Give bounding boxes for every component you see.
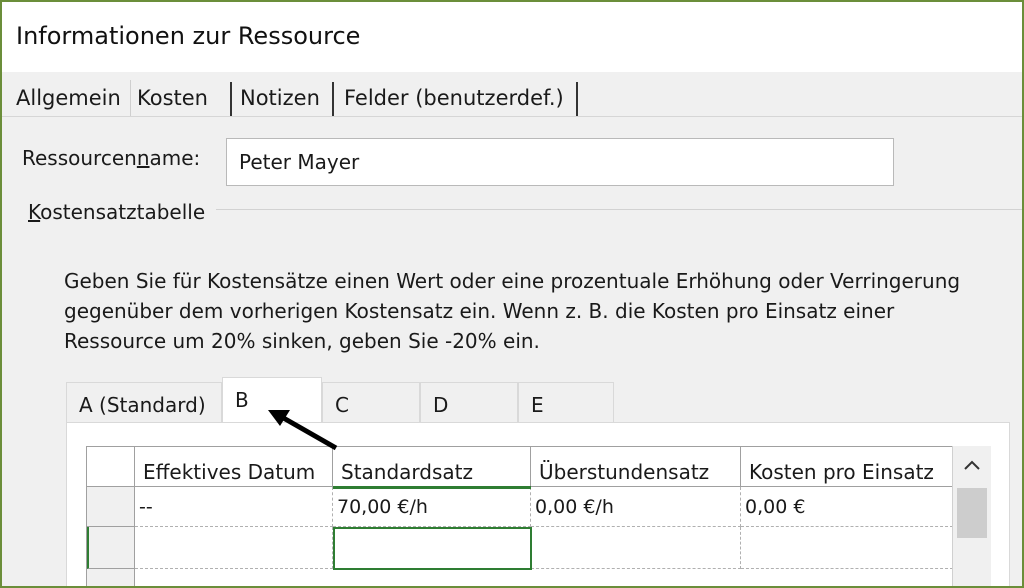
tab-separator bbox=[576, 82, 578, 116]
column-header-cost-per-use[interactable]: Kosten pro Einsatz bbox=[741, 447, 953, 487]
rate-tab-label: D bbox=[433, 393, 449, 417]
table-cell-effective-date[interactable] bbox=[135, 527, 333, 569]
column-header-overtime-rate[interactable]: Überstundensatz bbox=[531, 447, 741, 487]
tab-kosten[interactable]: Kosten bbox=[130, 80, 232, 116]
tab-label: Allgemein bbox=[16, 86, 121, 110]
column-header-underline bbox=[333, 447, 531, 489]
tab-label: Felder (benutzerdef.) bbox=[344, 86, 564, 110]
table-cell-overtime-rate[interactable]: 0,00 €/h bbox=[531, 487, 741, 527]
group-divider bbox=[216, 209, 1022, 210]
row-header[interactable] bbox=[87, 487, 135, 527]
resource-name-label: Ressourcenname: bbox=[22, 146, 201, 170]
cost-rate-grid: Effektives Datum Standardsatz Überstunde… bbox=[86, 446, 991, 586]
cost-table-group-label: Kostensatztabelle bbox=[28, 200, 206, 224]
row-header-active[interactable] bbox=[87, 527, 135, 569]
arrow-annotation-icon bbox=[268, 410, 338, 451]
table-cell-cost-per-use[interactable] bbox=[741, 527, 953, 569]
tab-notizen[interactable]: Notizen bbox=[234, 80, 334, 116]
rate-tab-d[interactable]: D bbox=[420, 382, 518, 422]
rate-tab-a[interactable]: A (Standard) bbox=[66, 382, 222, 422]
selected-cell-outline bbox=[333, 527, 532, 570]
row-header[interactable] bbox=[87, 569, 135, 586]
tab-felder[interactable]: Felder (benutzerdef.) bbox=[338, 80, 578, 116]
title-bar: Informationen zur Ressource bbox=[2, 2, 1022, 72]
chevron-up-icon[interactable] bbox=[953, 446, 991, 486]
table-cell-overtime-rate[interactable] bbox=[531, 527, 741, 569]
tab-label: Notizen bbox=[240, 86, 320, 110]
tab-allgemein[interactable]: Allgemein bbox=[10, 80, 127, 116]
table-cell-cost-per-use[interactable]: 0,00 € bbox=[741, 487, 953, 527]
rate-tab-label: E bbox=[531, 393, 544, 417]
tab-divider bbox=[2, 116, 1022, 117]
rate-tab-e[interactable]: E bbox=[518, 382, 614, 422]
rate-tab-label: B bbox=[235, 388, 249, 412]
rate-tab-label: A (Standard) bbox=[79, 393, 206, 417]
scrollbar-thumb[interactable] bbox=[957, 488, 987, 538]
grid-scrollbar[interactable] bbox=[952, 446, 991, 586]
tab-separator bbox=[332, 82, 334, 116]
resource-name-input[interactable]: Peter Mayer bbox=[226, 138, 894, 186]
tab-separator bbox=[230, 82, 232, 116]
table-cell-effective-date[interactable]: -- bbox=[135, 487, 333, 527]
tab-label: Kosten bbox=[137, 86, 208, 110]
grid-corner bbox=[87, 447, 135, 487]
cost-table-description: Geben Sie für Kostensätze einen Wert ode… bbox=[64, 269, 961, 353]
dialog-title: Informationen zur Ressource bbox=[16, 22, 361, 50]
table-cell-standard-rate[interactable]: 70,00 €/h bbox=[333, 487, 531, 527]
resource-info-dialog: Informationen zur Ressource Allgemein Ko… bbox=[0, 0, 1024, 588]
